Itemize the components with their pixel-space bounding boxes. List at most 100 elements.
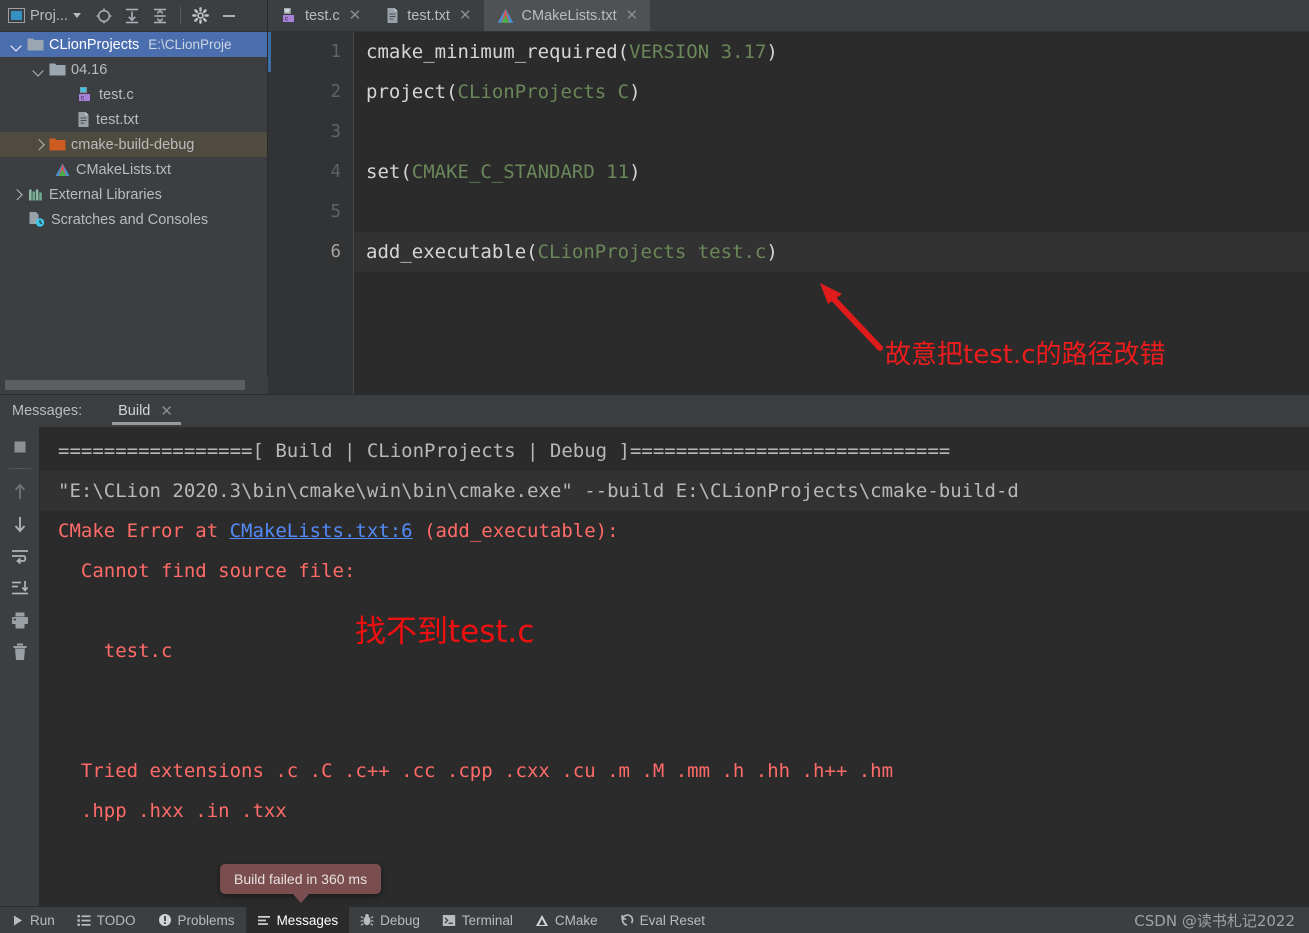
messages-header: Messages: Build ✕ xyxy=(0,395,1309,427)
line-number-gutter: 1 2 3 4 5 6 xyxy=(268,32,354,394)
statusbar-item-eval-reset[interactable]: Eval Reset xyxy=(609,907,716,933)
print-icon[interactable] xyxy=(6,606,34,634)
messages-tab-label: Build xyxy=(118,403,151,419)
project-horizontal-scrollbar[interactable] xyxy=(5,380,245,390)
collapse-all-icon[interactable] xyxy=(147,3,173,29)
clion-window: Proj... CLionProjects E:\CLionProje 04.1… xyxy=(0,0,1309,933)
code-command: set( xyxy=(366,161,412,183)
close-icon[interactable]: ✕ xyxy=(457,8,474,23)
c-file-icon: c xyxy=(280,7,298,24)
statusbar-item-label: CMake xyxy=(554,912,598,928)
line-number: 1 xyxy=(330,42,341,62)
toolbar-divider xyxy=(179,7,181,24)
line-number: 2 xyxy=(330,82,341,102)
console-line: test.c xyxy=(58,640,173,662)
excluded-folder-icon xyxy=(49,137,66,152)
code-text-area[interactable]: cmake_minimum_required(VERSION 3.17) pro… xyxy=(354,32,1309,394)
tree-item-test-txt[interactable]: test.txt xyxy=(0,107,267,132)
svg-text:c: c xyxy=(81,95,85,102)
editor-tab-test-txt[interactable]: test.txt ✕ xyxy=(373,0,483,31)
statusbar-item-terminal[interactable]: Terminal xyxy=(431,907,524,933)
tree-item-scratches-and-consoles[interactable]: Scratches and Consoles xyxy=(0,207,267,232)
line-number: 3 xyxy=(330,122,341,142)
tree-item-clionprojects[interactable]: CLionProjects E:\CLionProje xyxy=(0,32,267,57)
line-number: 5 xyxy=(330,202,341,222)
statusbar-item-cmake[interactable]: CMake xyxy=(524,907,609,933)
close-icon[interactable]: ✕ xyxy=(624,8,641,23)
previous-occurrence-icon[interactable] xyxy=(6,478,34,506)
editor-tab-label: test.c xyxy=(305,7,340,24)
console-file-link[interactable]: CMakeLists.txt:6 xyxy=(230,520,413,542)
line-number: 6 xyxy=(330,242,341,262)
tree-item-test-c[interactable]: c test.c xyxy=(0,82,267,107)
tree-item-cmake-build-debug[interactable]: cmake-build-debug xyxy=(0,132,267,157)
next-occurrence-icon[interactable] xyxy=(6,510,34,538)
project-view-selector[interactable]: Proj... xyxy=(8,8,81,24)
statusbar-item-run[interactable]: Run xyxy=(0,907,66,933)
chevron-down-icon xyxy=(72,13,81,18)
tree-item-external-libraries[interactable]: External Libraries xyxy=(0,182,267,207)
build-console-output[interactable]: =================[ Build | CLionProjects… xyxy=(40,427,1309,906)
project-tree[interactable]: CLionProjects E:\CLionProje 04.16 c test… xyxy=(0,32,267,376)
statusbar-item-problems[interactable]: Problems xyxy=(147,907,246,933)
console-toolbar xyxy=(0,427,40,906)
statusbar-item-todo[interactable]: TODO xyxy=(66,907,147,933)
editor-tab-test-c[interactable]: c test.c ✕ xyxy=(268,0,373,31)
stop-icon[interactable] xyxy=(6,433,34,461)
close-icon[interactable]: ✕ xyxy=(347,8,364,23)
code-argument: CLionProjects C xyxy=(457,81,630,103)
code-tail: ) xyxy=(629,161,641,183)
messages-title: Messages: xyxy=(12,403,83,419)
expand-all-icon[interactable] xyxy=(119,3,145,29)
run-icon xyxy=(11,914,24,927)
annotation-text-console: 找不到test.c xyxy=(355,614,535,650)
statusbar-item-label: Messages xyxy=(276,912,339,928)
settings-gear-icon[interactable] xyxy=(188,3,214,29)
tree-item-label: 04.16 xyxy=(71,61,108,78)
tree-item-cmakelists[interactable]: CMakeLists.txt xyxy=(0,157,267,182)
debug-bug-icon xyxy=(360,913,374,927)
tree-item-label: CMakeLists.txt xyxy=(76,161,172,178)
tree-item-0416[interactable]: 04.16 xyxy=(0,57,267,82)
code-tail: ) xyxy=(766,241,778,263)
hide-panel-icon[interactable] xyxy=(216,3,242,29)
cmake-icon xyxy=(535,914,549,927)
tree-item-path: E:\CLionProje xyxy=(148,37,232,52)
clear-all-icon[interactable] xyxy=(6,638,34,666)
statusbar-item-label: Debug xyxy=(380,912,420,928)
console-line: CMake Error at CMakeLists.txt:6 (add_exe… xyxy=(40,511,1309,551)
svg-text:c: c xyxy=(285,16,289,23)
chevron-down-icon[interactable] xyxy=(32,63,45,76)
cmake-file-icon xyxy=(54,162,71,178)
messages-panel: Messages: Build ✕ =================[Bui… xyxy=(0,394,1309,906)
c-file-icon: c xyxy=(76,86,94,103)
libraries-icon xyxy=(27,187,44,202)
locate-icon[interactable] xyxy=(91,3,117,29)
messages-tab-build[interactable]: Build ✕ xyxy=(108,395,185,427)
tree-item-label: External Libraries xyxy=(49,186,162,203)
problems-icon xyxy=(158,913,172,927)
chevron-right-icon[interactable] xyxy=(10,188,23,201)
soft-wrap-icon[interactable] xyxy=(6,542,34,570)
chevron-down-icon[interactable] xyxy=(10,38,23,51)
annotation-text-editor: 故意把test.c的路径改错 xyxy=(885,340,1166,370)
csdn-watermark: CSDN @读书札记2022 xyxy=(1134,911,1295,930)
toolbar-divider xyxy=(8,468,31,469)
statusbar-item-debug[interactable]: Debug xyxy=(349,907,431,933)
chevron-right-icon[interactable] xyxy=(32,138,45,151)
sort-icon[interactable] xyxy=(6,574,34,602)
code-line: cmake_minimum_required(VERSION 3.17) xyxy=(354,32,1309,72)
code-tail: ) xyxy=(766,41,778,63)
statusbar-item-label: Problems xyxy=(177,912,235,928)
console-line: Tried extensions .c .C .c++ .cc .cpp .cx… xyxy=(58,760,894,782)
statusbar-item-messages[interactable]: Messages xyxy=(245,906,350,933)
tree-item-label: test.txt xyxy=(96,111,139,128)
editor-tab-label: CMakeLists.txt xyxy=(521,7,617,24)
close-icon[interactable]: ✕ xyxy=(158,404,175,419)
console-error-text: (add_executable): xyxy=(412,520,619,542)
console-line: .hpp .hxx .in .txx xyxy=(58,800,287,822)
editor-tab-cmakelists-txt[interactable]: CMakeLists.txt ✕ xyxy=(483,0,651,31)
